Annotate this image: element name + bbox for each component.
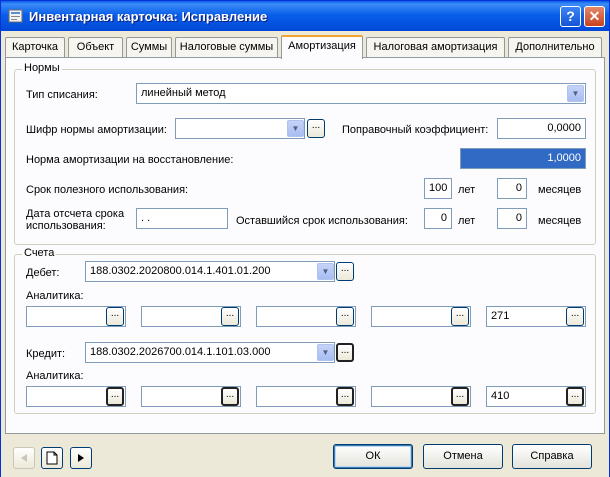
debit-account-select[interactable]: 188.0302.2020800.014.1.401.01.200 — [85, 261, 335, 282]
tab-tax-sums[interactable]: Налоговые суммы — [175, 37, 278, 58]
cancel-button[interactable]: Отмена — [423, 444, 503, 469]
debit-analytics-browse-4[interactable]: ... — [451, 307, 469, 326]
credit-analytics-label: Аналитика: — [26, 370, 84, 382]
debit-analytics-browse-1[interactable]: ... — [106, 307, 124, 326]
chevron-down-icon[interactable]: ▼ — [317, 344, 334, 361]
remaining-years-input[interactable]: 0 — [424, 208, 452, 229]
writeoff-type-label: Тип списания: — [26, 89, 98, 101]
chevron-down-icon[interactable]: ▼ — [317, 263, 334, 280]
norms-group-title: Нормы — [22, 62, 62, 74]
remaining-months-input[interactable]: 0 — [497, 208, 527, 229]
help-title-button[interactable]: ? — [560, 6, 581, 27]
title-bar: Инвентарная карточка: Исправление ? ✕ — [1, 1, 609, 31]
close-button[interactable]: ✕ — [584, 6, 605, 27]
norm-code-label: Шифр нормы амортизации: — [26, 124, 167, 136]
new-record-button[interactable] — [41, 447, 63, 469]
debit-analytics-browse-3[interactable]: ... — [336, 307, 354, 326]
next-record-button[interactable] — [70, 447, 92, 469]
remaining-months-unit: месяцев — [538, 215, 582, 227]
tab-additional[interactable]: Дополнительно — [508, 37, 602, 58]
useful-life-label: Срок полезного использования: — [26, 184, 189, 196]
correction-input[interactable]: 0,0000 — [497, 118, 586, 139]
arrow-right-icon — [78, 454, 84, 462]
tab-object[interactable]: Объект — [68, 37, 123, 58]
credit-browse-button[interactable]: ... — [336, 343, 354, 362]
debit-analytics-label: Аналитика: — [26, 290, 84, 302]
previous-record-button[interactable] — [13, 447, 35, 469]
ok-button[interactable]: ОК — [333, 444, 413, 469]
tab-strip: Карточка Объект Суммы Налоговые суммы Ам… — [5, 35, 605, 59]
writeoff-type-value: линейный метод — [141, 87, 226, 99]
accounts-group-title: Счета — [22, 247, 57, 259]
credit-analytics-browse-4[interactable]: ... — [451, 387, 469, 406]
useful-life-months-unit: месяцев — [538, 184, 582, 196]
useful-life-years-unit: лет — [458, 184, 476, 196]
tab-card[interactable]: Карточка — [5, 37, 65, 58]
remaining-label: Оставшийся срок использования: — [236, 215, 408, 227]
arrow-left-icon — [21, 454, 27, 462]
restore-norm-label: Норма амортизации на восстановление: — [26, 154, 234, 166]
dialog-window: Инвентарная карточка: Исправление ? ✕ Ка… — [0, 0, 610, 477]
norm-code-select[interactable] — [175, 118, 305, 139]
useful-life-years-input[interactable]: 100 — [424, 178, 452, 199]
debit-browse-button[interactable]: ... — [336, 262, 354, 281]
tab-tax-depreciation[interactable]: Налоговая амортизация — [366, 37, 505, 58]
start-date-label-line1: Дата отсчета срока — [26, 208, 125, 220]
start-date-label-line2: использования: — [26, 220, 106, 232]
tab-sums[interactable]: Суммы — [126, 37, 172, 58]
window-title: Инвентарная карточка: Исправление — [29, 9, 268, 24]
help-button[interactable]: Справка — [512, 444, 592, 469]
credit-label: Кредит: — [26, 348, 66, 360]
credit-account-select[interactable]: 188.0302.2026700.014.1.101.03.000 — [85, 342, 335, 363]
credit-analytics-browse-3[interactable]: ... — [336, 387, 354, 406]
norm-code-browse-button[interactable]: ... — [307, 119, 325, 138]
debit-analytics-browse-5[interactable]: ... — [566, 307, 584, 326]
tab-depreciation[interactable]: Амортизация — [281, 35, 363, 59]
start-date-input[interactable]: . . — [136, 208, 228, 229]
correction-label: Поправочный коэффициент: — [342, 124, 489, 136]
credit-analytics-browse-1[interactable]: ... — [106, 387, 124, 406]
chevron-down-icon[interactable]: ▼ — [287, 120, 304, 137]
remaining-years-unit: лет — [458, 215, 476, 227]
chevron-down-icon[interactable]: ▼ — [567, 85, 584, 102]
useful-life-months-input[interactable]: 0 — [497, 178, 527, 199]
credit-analytics-browse-2[interactable]: ... — [221, 387, 239, 406]
writeoff-type-select[interactable]: линейный метод — [136, 83, 586, 104]
tab-panel: Нормы Тип списания: линейный метод ▼ Шиф… — [5, 57, 605, 434]
debit-label: Дебет: — [26, 267, 60, 279]
restore-norm-input[interactable]: 1,0000 — [460, 148, 586, 169]
debit-analytics-browse-2[interactable]: ... — [221, 307, 239, 326]
new-document-icon — [46, 451, 58, 465]
app-icon — [8, 9, 23, 23]
credit-analytics-browse-5[interactable]: ... — [566, 387, 584, 406]
